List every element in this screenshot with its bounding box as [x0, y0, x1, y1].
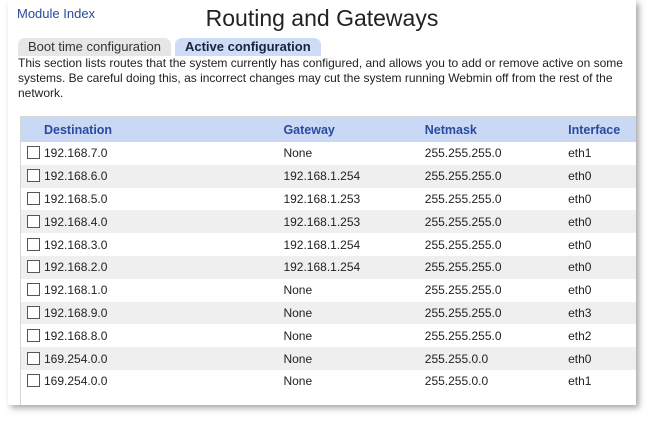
interface-cell: eth1 [568, 146, 592, 161]
interface-cell: eth0 [568, 283, 592, 298]
row-select-checkbox[interactable] [27, 283, 40, 297]
column-header-gateway: Gateway [283, 117, 425, 142]
netmask-cell: 255.255.255.0 [424, 255, 569, 279]
gateway-cell: None [283, 328, 313, 343]
destination-cell[interactable]: 192.168.4.0 [44, 215, 107, 229]
destination-cell[interactable]: 192.168.2.0 [44, 260, 107, 274]
table-row: 192.168.7.0 None 255.255.255.0 eth1 [21, 142, 636, 165]
table-row: 192.168.2.0 192.168.1.254 255.255.255.0 … [21, 255, 636, 279]
gateway-cell: 192.168.1.254 [283, 237, 361, 252]
gateway-cell: None [283, 283, 313, 298]
gateway-cell: 192.168.1.253 [283, 191, 361, 206]
interface-cell: eth3 [568, 301, 636, 325]
interface-cell: eth0 [568, 191, 592, 206]
interface-cell: eth0 [568, 237, 592, 252]
interface-cell: eth0 [568, 347, 636, 370]
gateway-cell: 192.168.1.254 [283, 255, 425, 279]
interface-cell: eth0 [568, 210, 636, 234]
netmask-cell: 255.255.255.0 [424, 210, 569, 234]
destination-cell[interactable]: 192.168.7.0 [44, 146, 107, 160]
tab-active-configuration[interactable]: Active configuration [174, 38, 321, 56]
column-header-destination: Destination [21, 117, 284, 142]
table-row: 192.168.9.0 None 255.255.255.0 eth3 [21, 301, 636, 325]
interface-cell: eth0 [568, 164, 636, 188]
routes-table: Destination Gateway Netmask Interface 19… [21, 117, 636, 393]
row-select-checkbox[interactable] [27, 351, 40, 365]
destination-cell[interactable]: 192.168.9.0 [44, 306, 107, 320]
netmask-cell: 255.255.0.0 [424, 347, 569, 370]
netmask-cell: 255.255.255.0 [424, 146, 502, 161]
netmask-cell: 255.255.255.0 [424, 301, 569, 325]
tab-bar: Boot time configuration Active configura… [18, 38, 321, 56]
destination-cell[interactable]: 169.254.0.0 [44, 352, 107, 366]
table-row: 192.168.4.0 192.168.1.253 255.255.255.0 … [21, 210, 636, 234]
gateway-cell: None [283, 374, 313, 389]
interface-cell: eth2 [568, 328, 592, 343]
routes-table-container: Destination Gateway Netmask Interface 19… [20, 116, 636, 405]
netmask-cell: 255.255.255.0 [424, 328, 502, 343]
row-select-checkbox[interactable] [27, 328, 40, 342]
section-description: This section lists routes that the syste… [18, 56, 623, 100]
page-title: Routing and Gateways [205, 5, 439, 31]
row-select-checkbox[interactable] [27, 374, 40, 388]
table-row: 192.168.8.0 None 255.255.255.0 eth2 [21, 324, 636, 347]
destination-cell[interactable]: 192.168.1.0 [44, 283, 107, 297]
webmin-page: Module Index Routing and Gateways Boot t… [8, 0, 636, 405]
netmask-cell: 255.255.0.0 [424, 374, 489, 389]
destination-cell[interactable]: 192.168.3.0 [44, 238, 107, 252]
tab-boot-time-configuration[interactable]: Boot time configuration [18, 38, 171, 56]
row-select-checkbox[interactable] [27, 169, 40, 183]
gateway-cell: None [283, 347, 425, 370]
netmask-cell: 255.255.255.0 [424, 237, 502, 252]
row-select-checkbox[interactable] [27, 146, 40, 160]
column-header-netmask: Netmask [424, 117, 569, 142]
destination-cell[interactable]: 192.168.8.0 [44, 329, 107, 343]
row-select-checkbox[interactable] [27, 305, 40, 319]
table-row: 192.168.5.0 192.168.1.253 255.255.255.0 … [21, 188, 636, 211]
table-row: 169.254.0.0 None 255.255.0.0 eth1 [21, 370, 636, 393]
destination-cell[interactable]: 169.254.0.0 [44, 374, 107, 388]
column-header-interface: Interface [568, 117, 636, 142]
netmask-cell: 255.255.255.0 [424, 164, 569, 188]
row-select-checkbox[interactable] [27, 214, 40, 228]
table-row: 192.168.6.0 192.168.1.254 255.255.255.0 … [21, 164, 636, 188]
destination-cell[interactable]: 192.168.6.0 [44, 169, 107, 183]
interface-cell: eth0 [568, 255, 636, 279]
table-row: 192.168.3.0 192.168.1.254 255.255.255.0 … [21, 233, 636, 256]
gateway-cell: None [283, 301, 425, 325]
table-header-row: Destination Gateway Netmask Interface [21, 117, 636, 142]
screenshot-frame: Module Index Routing and Gateways Boot t… [0, 0, 660, 432]
gateway-cell: None [283, 146, 313, 161]
gateway-cell: 192.168.1.253 [283, 210, 425, 234]
table-row: 169.254.0.0 None 255.255.0.0 eth0 [21, 347, 636, 370]
destination-cell[interactable]: 192.168.5.0 [44, 192, 107, 206]
interface-cell: eth1 [568, 374, 592, 389]
netmask-cell: 255.255.255.0 [424, 191, 502, 206]
gateway-cell: 192.168.1.254 [283, 164, 425, 188]
table-row: 192.168.1.0 None 255.255.255.0 eth0 [21, 279, 636, 302]
row-select-checkbox[interactable] [27, 237, 40, 251]
row-select-checkbox[interactable] [27, 260, 40, 274]
row-select-checkbox[interactable] [27, 191, 40, 205]
netmask-cell: 255.255.255.0 [424, 283, 502, 298]
